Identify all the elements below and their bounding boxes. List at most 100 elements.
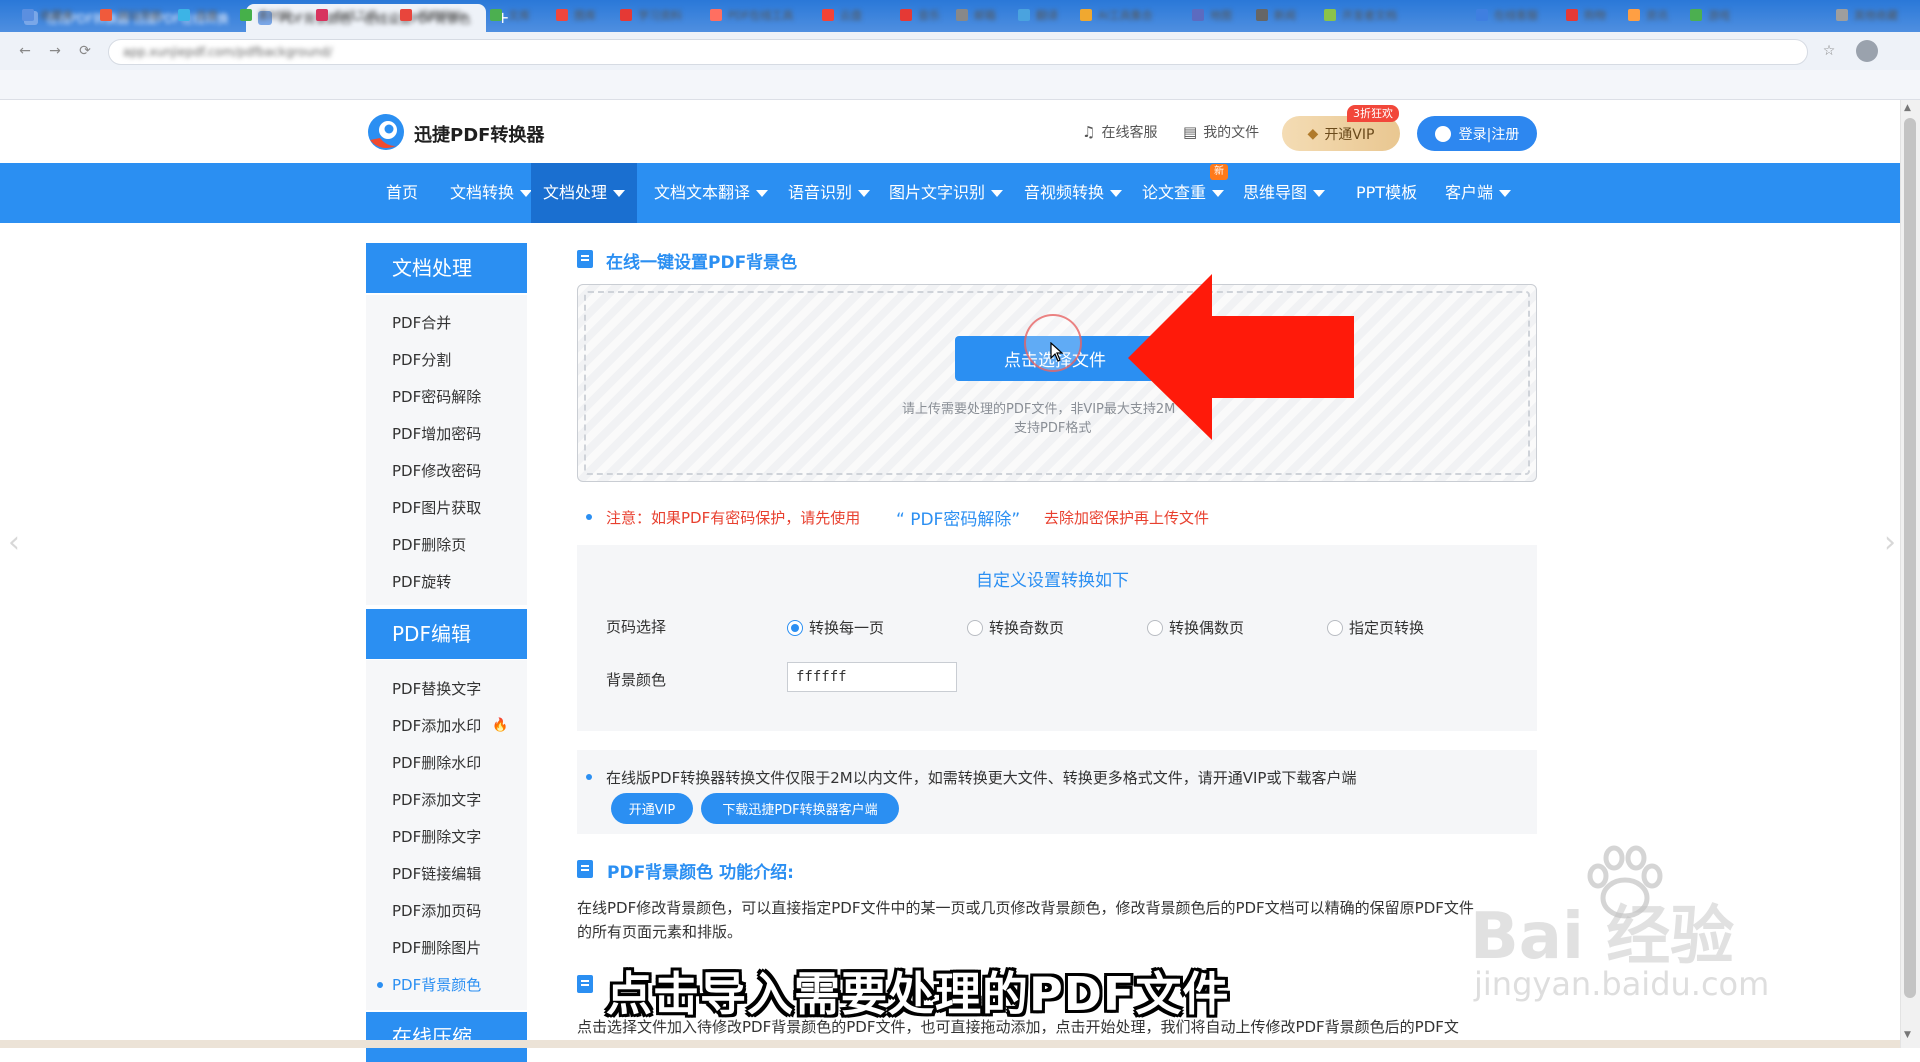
chevron-down-icon bbox=[991, 190, 1004, 197]
bookmark-item[interactable]: 收藏夹 bbox=[22, 7, 73, 23]
bookmark-item[interactable]: 百度 bbox=[178, 7, 218, 23]
bookmark-item[interactable]: 新闻 bbox=[1256, 7, 1296, 23]
extension-icon[interactable]: ☆ bbox=[1820, 42, 1838, 60]
next-slide-icon[interactable]: › bbox=[1884, 525, 1896, 560]
chevron-down-icon bbox=[1499, 190, 1512, 197]
bookmark-item[interactable]: 资讯 bbox=[1628, 7, 1668, 23]
nav-item[interactable]: 思维导图 bbox=[1241, 163, 1327, 223]
sidebar-group-compress[interactable]: 在线压缩 bbox=[366, 1012, 527, 1062]
my-files-link[interactable]: ▤ 我的文件 bbox=[1183, 122, 1259, 142]
nav-item-label: 语音识别 bbox=[788, 183, 853, 202]
nav-item[interactable]: 客户端 bbox=[1443, 163, 1513, 223]
bookmark-item[interactable]: PDF在线工具 bbox=[710, 7, 793, 23]
sidebar-item[interactable]: PDF删除页 bbox=[392, 534, 466, 555]
other-bookmarks[interactable]: 其他收藏 bbox=[1836, 7, 1898, 23]
sidebar-item[interactable]: PDF删除水印 bbox=[392, 752, 481, 773]
chevron-down-icon bbox=[1313, 190, 1326, 197]
document-icon: ▤ bbox=[1183, 123, 1198, 141]
bookmark-item[interactable]: 翻译 bbox=[1018, 7, 1058, 23]
bookmark-item[interactable]: 文库 bbox=[490, 7, 530, 23]
bookmark-item[interactable]: 邮箱 bbox=[956, 7, 996, 23]
document-section-icon bbox=[577, 250, 593, 268]
open-vip-button[interactable]: 开通VIP bbox=[611, 793, 693, 824]
download-client-button[interactable]: 下载迅捷PDF转换器客户端 bbox=[701, 793, 899, 824]
sidebar-item[interactable]: PDF背景颜色 bbox=[392, 974, 481, 995]
bookmark-item[interactable]: 购物 bbox=[1566, 7, 1606, 23]
back-icon[interactable]: ← bbox=[16, 42, 34, 60]
nav-item-label: 论文查重 bbox=[1142, 183, 1207, 202]
login-register-button[interactable]: 登录|注册 bbox=[1417, 116, 1537, 151]
bookmark-item[interactable]: 游戏 bbox=[1690, 7, 1730, 23]
bookmark-item[interactable]: 在线工具 bbox=[316, 7, 378, 23]
forward-icon[interactable]: → bbox=[46, 42, 64, 60]
pdf-password-remove-link[interactable]: “ PDF密码解除” bbox=[896, 505, 1020, 530]
intro-text: 在线PDF修改背景颜色，可以直接指定PDF文件中的某一页或几页修改背景颜色，修改… bbox=[577, 899, 1474, 917]
logo-icon[interactable] bbox=[366, 112, 406, 152]
nav-item[interactable]: 首页 bbox=[384, 163, 420, 223]
active-item-dot bbox=[377, 982, 383, 988]
sidebar-item[interactable]: PDF修改密码 bbox=[392, 460, 481, 481]
prev-slide-icon[interactable]: ‹ bbox=[8, 525, 20, 560]
bookmark-item[interactable]: 开发者文档 bbox=[1324, 7, 1397, 23]
bookmarks-bar bbox=[0, 70, 1920, 100]
bookmark-item[interactable]: 素材网 bbox=[240, 7, 291, 23]
note-bullet bbox=[586, 514, 592, 520]
bookmark-item[interactable]: 图库 bbox=[556, 7, 596, 23]
nav-item[interactable]: 文档文本翻译 bbox=[652, 163, 770, 223]
sidebar-item[interactable]: PDF旋转 bbox=[392, 571, 451, 592]
nav-item[interactable]: 图片文字识别 bbox=[887, 163, 1005, 223]
radio-every-page[interactable]: 转换每一页 bbox=[787, 617, 884, 638]
sidebar-item[interactable]: PDF删除文字 bbox=[392, 826, 481, 847]
bookmark-item[interactable]: 地图 bbox=[1192, 7, 1232, 23]
nav-item[interactable]: PPT模板 bbox=[1354, 163, 1419, 223]
bookmark-item[interactable]: 网站导航 bbox=[100, 7, 162, 23]
background-color-label: 背景颜色 bbox=[606, 671, 667, 689]
bookmark-item[interactable]: 云盘 bbox=[822, 7, 862, 23]
profile-avatar[interactable] bbox=[1856, 40, 1878, 62]
sidebar-item[interactable]: PDF添加页码 bbox=[392, 900, 481, 921]
password-note: 注意：如果PDF有密码保护，请先使用 bbox=[606, 509, 861, 527]
sidebar-item[interactable]: PDF分割 bbox=[392, 349, 451, 370]
nav-item[interactable]: 音视频转换 bbox=[1022, 163, 1124, 223]
sidebar-item[interactable]: PDF增加密码 bbox=[392, 423, 481, 444]
bookmark-item[interactable]: 视频网站 bbox=[400, 7, 462, 23]
intro-text-continued: 的所有页面元素和排版。 bbox=[577, 923, 743, 941]
sidebar-item[interactable]: PDF图片获取 bbox=[392, 497, 481, 518]
bookmark-item[interactable]: 音乐 bbox=[900, 7, 940, 23]
logo-text[interactable]: 迅捷PDF转换器 bbox=[414, 121, 544, 147]
scrollbar-thumb[interactable] bbox=[1904, 118, 1916, 998]
nav-item[interactable]: 文档处理 bbox=[531, 163, 638, 223]
video-caption: 点击导入需要处理的PDF文件 bbox=[606, 967, 1230, 1021]
sidebar-item[interactable]: PDF密码解除 bbox=[392, 386, 481, 407]
nav-item[interactable]: 文档转换 bbox=[448, 163, 534, 223]
sidebar-item[interactable]: PDF添加文字 bbox=[392, 789, 481, 810]
radio-odd-pages[interactable]: 转换奇数页 bbox=[967, 617, 1064, 638]
url-bar[interactable]: app.xunjiepdf.com/pdfbackground/ bbox=[108, 39, 1808, 65]
scroll-down-icon[interactable]: ▼ bbox=[1904, 1030, 1911, 1040]
hot-fire-icon: 🔥 bbox=[492, 718, 509, 733]
reload-icon[interactable]: ⟳ bbox=[76, 42, 94, 60]
sidebar-group-pdf-edit[interactable]: PDF编辑 bbox=[366, 609, 527, 659]
scroll-up-icon[interactable]: ▲ bbox=[1904, 103, 1911, 113]
taskbar-strip bbox=[0, 1040, 1900, 1048]
sidebar-item[interactable]: PDF删除图片 bbox=[392, 937, 481, 958]
nav-item-label: PPT模板 bbox=[1356, 183, 1418, 202]
sidebar-item[interactable]: PDF链接编辑 bbox=[392, 863, 481, 884]
sidebar-group-doc-processing[interactable]: 文档处理 bbox=[366, 243, 527, 293]
nav-item[interactable]: 语音识别 bbox=[786, 163, 872, 223]
chevron-down-icon bbox=[858, 190, 871, 197]
sidebar-item[interactable]: PDF合并 bbox=[392, 312, 451, 333]
baidu-paw-watermark-icon bbox=[1587, 845, 1663, 919]
radio-specified-pages[interactable]: 指定页转换 bbox=[1327, 617, 1424, 638]
baidu-watermark-url: jingyan.baidu.com bbox=[1474, 965, 1770, 1003]
nav-item-label: 客户端 bbox=[1445, 183, 1494, 202]
background-color-input[interactable]: ffffff bbox=[787, 662, 957, 692]
sidebar-item[interactable]: PDF替换文字 bbox=[392, 678, 481, 699]
bookmark-item[interactable]: AI工具集合 bbox=[1080, 7, 1153, 23]
online-service-link[interactable]: ♫ 在线客服 bbox=[1082, 122, 1157, 142]
bookmark-item[interactable]: 学习资料 bbox=[620, 7, 682, 23]
mouse-cursor-icon bbox=[1050, 342, 1064, 362]
sidebar-item[interactable]: PDF添加水印 bbox=[392, 715, 481, 736]
bookmark-item[interactable]: 在线客服 bbox=[1476, 7, 1538, 23]
radio-even-pages[interactable]: 转换偶数页 bbox=[1147, 617, 1244, 638]
